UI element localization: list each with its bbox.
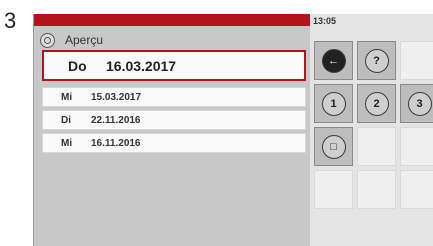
list-item-day: Do <box>68 57 87 74</box>
option-2-button[interactable]: 2 <box>357 84 396 123</box>
list-item[interactable]: Mi 15.03.2017 <box>42 87 306 107</box>
list-item-date: 16.11.2016 <box>91 137 141 149</box>
overview-panel: Aperçu Do 16.03.2017 Mi 15.03.2017 Di 22… <box>33 14 310 246</box>
panel-title: Aperçu <box>65 33 104 47</box>
back-arrow-icon: ← <box>321 48 346 73</box>
help-button[interactable]: ? <box>357 41 396 80</box>
header-accent-bar <box>34 14 310 26</box>
back-button[interactable]: ← <box>314 41 353 80</box>
panel-title-bar: Aperçu <box>34 30 310 50</box>
number-2-icon: 2 <box>364 91 389 116</box>
help-icon: ? <box>364 48 389 73</box>
empty-slot <box>357 127 396 166</box>
list-item-date: 15.03.2017 <box>91 91 142 103</box>
button-panel: 13:05 ← ? 1 2 3 □ <box>310 14 433 246</box>
option-1-button[interactable]: 1 <box>314 84 353 123</box>
button-grid: ← ? 1 2 3 □ <box>314 41 433 209</box>
clock: 13:05 <box>313 16 337 26</box>
list-item-selected[interactable]: Do 16.03.2017 <box>42 50 306 81</box>
list-item-day: Mi <box>61 91 73 103</box>
list-item-date: 22.11.2016 <box>91 114 141 126</box>
empty-slot <box>314 170 353 209</box>
list-item-day: Di <box>61 114 71 126</box>
list-view-button[interactable]: □ <box>314 127 353 166</box>
option-3-button[interactable]: 3 <box>400 84 433 123</box>
list-item[interactable]: Di 22.11.2016 <box>42 110 306 130</box>
empty-slot <box>400 41 433 80</box>
step-number: 3 <box>4 8 17 33</box>
list-item-day: Mi <box>61 137 73 149</box>
number-3-icon: 3 <box>407 91 432 116</box>
empty-slot <box>357 170 396 209</box>
box-icon: □ <box>321 134 346 159</box>
list-item-date: 16.03.2017 <box>106 57 177 74</box>
overview-icon <box>40 32 55 48</box>
list-item[interactable]: Mi 16.11.2016 <box>42 133 306 153</box>
empty-slot <box>400 127 433 166</box>
empty-slot <box>400 170 433 209</box>
date-list: Do 16.03.2017 Mi 15.03.2017 Di 22.11.201… <box>42 50 306 156</box>
number-1-icon: 1 <box>321 91 346 116</box>
